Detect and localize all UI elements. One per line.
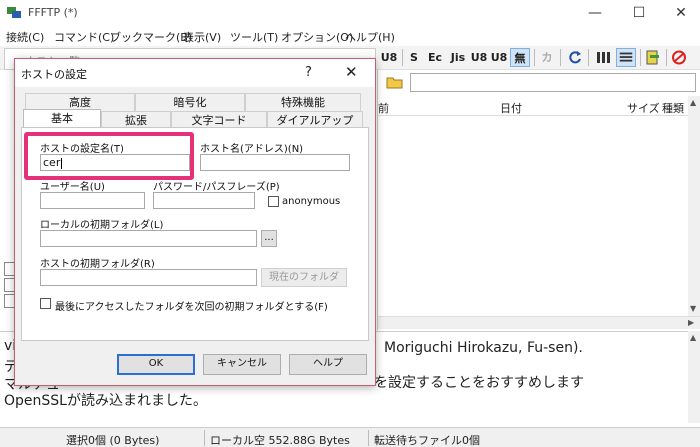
local-folder-label: ローカルの初期フォルダ(L) — [40, 220, 164, 231]
current-folder-button[interactable]: 現在のフォルダ — [261, 268, 347, 287]
dialog-title: ホストの設定 — [21, 68, 87, 81]
folder-open-icon[interactable] — [386, 73, 404, 91]
no-conversion-button[interactable]: 無 — [510, 48, 530, 67]
status-separator — [204, 430, 205, 446]
toolbar-separator — [640, 49, 641, 66]
anonymous-label: anonymous — [282, 196, 341, 207]
host-address-label: ホスト名(アドレス)(N) — [200, 144, 304, 155]
log-line: Moriguchi Hirokazu, Fu-sen). — [384, 340, 583, 356]
utf8-button[interactable]: U8 — [380, 48, 398, 67]
remote-vertical-scrollbar[interactable]: ▲ ▼ — [688, 96, 700, 318]
anonymous-checkbox[interactable] — [268, 196, 279, 207]
log-line: OpenSSLが読み込まれました。 — [4, 393, 207, 409]
last-folder-label: 最後にアクセスしたフォルダを次回の初期フォルダとする(F) — [55, 302, 328, 313]
password-input[interactable] — [153, 192, 255, 209]
app-titlebar: FFFTP (*) — ☐ ✕ — [0, 0, 700, 26]
status-separator — [368, 430, 369, 446]
minimize-button[interactable]: — — [580, 2, 610, 24]
host-address-input[interactable] — [200, 154, 350, 171]
password-label: パスワード/パスフレーズ(P) — [153, 182, 280, 193]
utf8bom-button[interactable]: U8 — [490, 48, 508, 67]
stop-icon[interactable] — [670, 48, 688, 67]
detail-view-icon[interactable] — [616, 48, 636, 67]
highlight-box — [24, 132, 194, 180]
menu-view[interactable]: 表示(V) — [183, 29, 221, 45]
close-button[interactable]: ✕ — [666, 2, 696, 24]
username-label: ユーザー名(U) — [40, 182, 105, 193]
remote-file-list[interactable] — [378, 116, 700, 316]
column-size[interactable]: サイズ — [627, 100, 660, 116]
window-title: FFFTP (*) — [28, 6, 78, 19]
remote-column-header: 前 日付 サイズ 種類 — [378, 96, 696, 116]
host-settings-dialog: ホストの設定 ? ✕ 高度 暗号化 特殊機能 基本 拡張 文字コード ダイアルア… — [14, 58, 376, 386]
menu-connect[interactable]: 接続(C) — [6, 29, 44, 45]
scroll-up-icon[interactable]: ▲ — [690, 98, 696, 107]
tab-basic[interactable]: 基本 — [23, 109, 101, 129]
last-folder-checkbox[interactable] — [40, 298, 51, 309]
menu-options[interactable]: オプション(O) — [281, 29, 353, 45]
list-view-icon[interactable] — [594, 48, 612, 67]
scroll-right-icon[interactable]: ▶ — [688, 318, 694, 327]
remote-path-input[interactable] — [410, 73, 696, 92]
menu-command[interactable]: コマンド(C) — [54, 29, 114, 45]
status-selected: 選択0個 (0 Bytes) — [66, 434, 160, 447]
tab-special[interactable]: 特殊機能 — [245, 93, 361, 111]
ok-button[interactable]: OK — [117, 354, 195, 375]
dialog-close-button[interactable]: ✕ — [345, 63, 358, 81]
column-name[interactable]: 前 — [378, 100, 389, 116]
status-bar: 選択0個 (0 Bytes) ローカル空 552.88G Bytes 転送待ちフ… — [0, 427, 700, 447]
column-date[interactable]: 日付 — [500, 100, 522, 116]
scroll-down-icon[interactable]: ▼ — [690, 304, 696, 313]
browse-button[interactable]: ... — [261, 230, 277, 247]
jis-button[interactable]: Jis — [448, 48, 468, 67]
column-type[interactable]: 種類 — [662, 100, 684, 116]
scroll-up-icon[interactable]: ▲ — [690, 333, 696, 342]
log-scrollbar[interactable]: ▲ — [688, 331, 700, 423]
toolbar-separator — [402, 49, 403, 66]
toolbar-separator — [560, 49, 561, 66]
sync-icon[interactable] — [644, 48, 662, 67]
utf8n-button[interactable]: U8 — [470, 48, 488, 67]
dialog-titlebar: ホストの設定 ? ✕ — [15, 59, 375, 87]
maximize-button[interactable]: ☐ — [624, 2, 654, 24]
euc-button[interactable]: Ec — [426, 48, 444, 67]
dialog-help-icon[interactable]: ? — [305, 65, 312, 80]
tab-encryption[interactable]: 暗号化 — [135, 93, 245, 111]
cancel-button[interactable]: キャンセル — [203, 354, 281, 375]
menu-bookmark[interactable]: ブックマーク(B) — [110, 29, 192, 45]
host-folder-label: ホストの初期フォルダ(R) — [40, 259, 155, 270]
kana-button[interactable]: カ — [538, 48, 556, 67]
ffftp-app-icon — [7, 7, 21, 18]
status-local-free: ローカル空 552.88G Bytes — [210, 434, 350, 447]
host-folder-input[interactable] — [40, 269, 257, 286]
toolbar-separator — [666, 49, 667, 66]
menu-bar: 接続(C) コマンド(C) ブックマーク(B) 表示(V) ツール(T) オプシ… — [0, 26, 700, 46]
menu-tools[interactable]: ツール(T) — [230, 29, 278, 45]
refresh-icon[interactable] — [566, 48, 584, 67]
remote-horizontal-scrollbar[interactable]: ▶ — [378, 316, 700, 329]
sjis-button[interactable]: S — [406, 48, 422, 67]
username-input[interactable] — [40, 192, 145, 209]
toolbar-separator — [588, 49, 589, 66]
status-queue: 転送待ちファイル0個 — [374, 434, 480, 447]
menu-help[interactable]: ヘルプ(H) — [345, 29, 395, 45]
log-line: を設定することをおすすめします — [374, 375, 584, 391]
toolbar-separator — [534, 49, 535, 66]
local-folder-input[interactable] — [40, 230, 257, 247]
help-button[interactable]: ヘルプ — [289, 354, 367, 375]
